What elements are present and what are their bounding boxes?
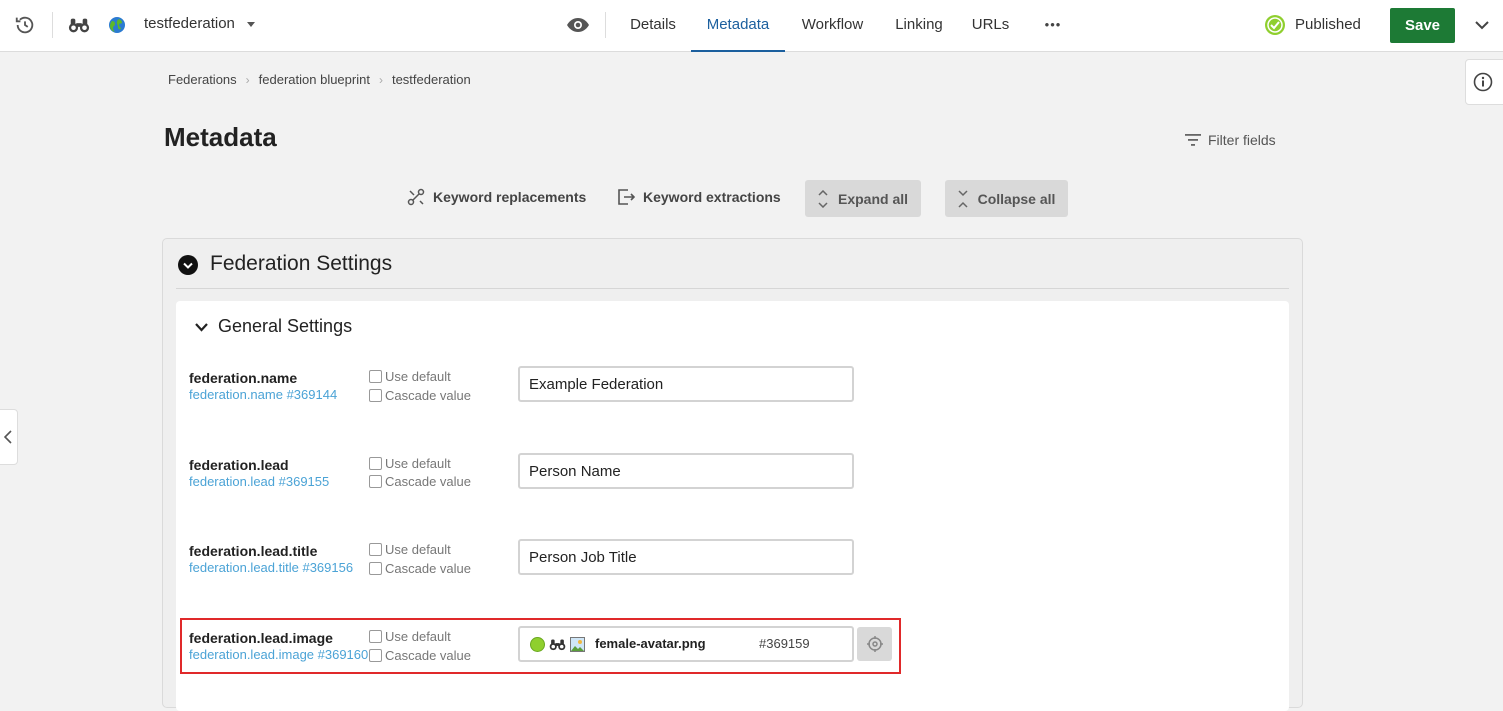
field-name: federation.lead bbox=[189, 457, 289, 473]
field-name: federation.lead.title bbox=[189, 543, 318, 559]
top-bar: testfederation Details Metadata Workflow… bbox=[0, 0, 1503, 52]
cascade-value-checkbox[interactable]: Cascade value bbox=[369, 474, 471, 489]
field-link[interactable]: federation.lead.title #369156 bbox=[189, 560, 353, 575]
asset-name[interactable]: female-avatar.png bbox=[595, 636, 706, 651]
tab-linking[interactable]: Linking bbox=[888, 0, 950, 52]
breadcrumb-item[interactable]: Federations bbox=[168, 72, 237, 87]
info-panel-toggle[interactable] bbox=[1465, 59, 1503, 105]
tab-workflow[interactable]: Workflow bbox=[795, 0, 870, 52]
checkbox[interactable] bbox=[369, 562, 382, 575]
expand-all-label: Expand all bbox=[837, 190, 909, 207]
info-icon bbox=[1473, 72, 1493, 92]
published-check-icon bbox=[1263, 13, 1287, 37]
binoculars-icon[interactable] bbox=[67, 14, 91, 36]
globe-icon bbox=[107, 15, 127, 35]
site-selector[interactable]: testfederation bbox=[144, 15, 235, 32]
tab-details[interactable]: Details bbox=[621, 0, 685, 52]
expand-icon bbox=[818, 189, 828, 208]
checkbox[interactable] bbox=[369, 370, 382, 383]
field-link[interactable]: federation.lead #369155 bbox=[189, 474, 329, 489]
checkbox[interactable] bbox=[369, 475, 382, 488]
chevron-down-icon[interactable] bbox=[1470, 15, 1494, 35]
federation-lead-input[interactable] bbox=[518, 453, 854, 489]
use-default-label: Use default bbox=[385, 542, 451, 557]
divider bbox=[52, 12, 53, 38]
divider bbox=[605, 12, 606, 38]
cascade-value-label: Cascade value bbox=[385, 561, 471, 576]
cascade-value-label: Cascade value bbox=[385, 648, 471, 663]
history-icon[interactable] bbox=[13, 13, 37, 37]
field-link[interactable]: federation.name #369144 bbox=[189, 387, 337, 402]
cascade-value-checkbox[interactable]: Cascade value bbox=[369, 648, 471, 663]
use-default-label: Use default bbox=[385, 629, 451, 644]
chevron-right-icon: › bbox=[378, 72, 383, 87]
checkbox[interactable] bbox=[369, 630, 382, 643]
tab-urls[interactable]: URLs bbox=[968, 0, 1013, 52]
binoculars-icon[interactable] bbox=[549, 638, 566, 651]
save-button[interactable]: Save bbox=[1390, 8, 1455, 43]
keyword-replace-icon bbox=[407, 188, 425, 206]
breadcrumb-item[interactable]: federation blueprint bbox=[259, 72, 370, 87]
collapse-icon bbox=[958, 189, 968, 208]
keyword-replacements-button[interactable]: Keyword replacements bbox=[407, 188, 586, 206]
federation-name-input[interactable] bbox=[518, 366, 854, 402]
asset-picker-field[interactable]: female-avatar.png #369159 bbox=[518, 626, 854, 662]
section-title[interactable]: Federation Settings bbox=[210, 252, 392, 276]
page-title: Metadata bbox=[164, 122, 277, 152]
select-asset-button[interactable] bbox=[857, 627, 892, 661]
more-tabs-button[interactable]: ••• bbox=[1035, 0, 1071, 52]
export-icon bbox=[617, 188, 635, 206]
collapse-all-label: Collapse all bbox=[977, 190, 1056, 207]
chevron-right-icon: › bbox=[245, 72, 250, 87]
breadcrumb: Federations › federation blueprint › tes… bbox=[168, 72, 471, 87]
keyword-extractions-button[interactable]: Keyword extractions bbox=[617, 188, 781, 206]
cascade-value-checkbox[interactable]: Cascade value bbox=[369, 561, 471, 576]
collapse-section-icon[interactable] bbox=[177, 254, 199, 276]
crosshair-icon bbox=[866, 635, 884, 653]
status-label: Published bbox=[1295, 16, 1361, 33]
checkbox[interactable] bbox=[369, 543, 382, 556]
use-default-label: Use default bbox=[385, 369, 451, 384]
divider bbox=[176, 288, 1289, 289]
cascade-value-label: Cascade value bbox=[385, 388, 471, 403]
checkbox[interactable] bbox=[369, 457, 382, 470]
filter-fields-button[interactable]: Filter fields bbox=[1185, 132, 1276, 148]
chevron-down-icon[interactable] bbox=[193, 319, 209, 335]
status-dot-icon bbox=[530, 637, 545, 652]
federation-lead-title-input[interactable] bbox=[518, 539, 854, 575]
collapse-all-button[interactable]: Collapse all bbox=[945, 180, 1068, 217]
use-default-checkbox[interactable]: Use default bbox=[369, 456, 451, 471]
use-default-checkbox[interactable]: Use default bbox=[369, 369, 451, 384]
field-link[interactable]: federation.lead.image #369160 bbox=[189, 647, 368, 662]
tab-metadata[interactable]: Metadata bbox=[691, 0, 785, 52]
breadcrumb-item: testfederation bbox=[391, 72, 471, 87]
chevron-left-icon bbox=[4, 430, 12, 444]
expand-all-button[interactable]: Expand all bbox=[805, 180, 921, 217]
use-default-checkbox[interactable]: Use default bbox=[369, 542, 451, 557]
group-title[interactable]: General Settings bbox=[218, 316, 352, 337]
checkbox[interactable] bbox=[369, 389, 382, 402]
use-default-checkbox[interactable]: Use default bbox=[369, 629, 451, 644]
cascade-value-label: Cascade value bbox=[385, 474, 471, 489]
filter-icon bbox=[1185, 134, 1201, 146]
cascade-value-checkbox[interactable]: Cascade value bbox=[369, 388, 471, 403]
sidebar-expand-toggle[interactable] bbox=[0, 409, 18, 465]
field-name: federation.name bbox=[189, 370, 298, 386]
eye-icon[interactable] bbox=[565, 13, 591, 37]
asset-id: #369159 bbox=[759, 636, 810, 651]
filter-fields-label: Filter fields bbox=[1208, 132, 1276, 148]
checkbox[interactable] bbox=[369, 649, 382, 662]
chevron-down-icon[interactable] bbox=[247, 22, 255, 27]
keyword-replacements-label: Keyword replacements bbox=[433, 189, 587, 205]
keyword-extractions-label: Keyword extractions bbox=[643, 189, 781, 205]
field-name: federation.lead.image bbox=[189, 630, 333, 646]
use-default-label: Use default bbox=[385, 456, 451, 471]
image-icon bbox=[570, 637, 585, 652]
